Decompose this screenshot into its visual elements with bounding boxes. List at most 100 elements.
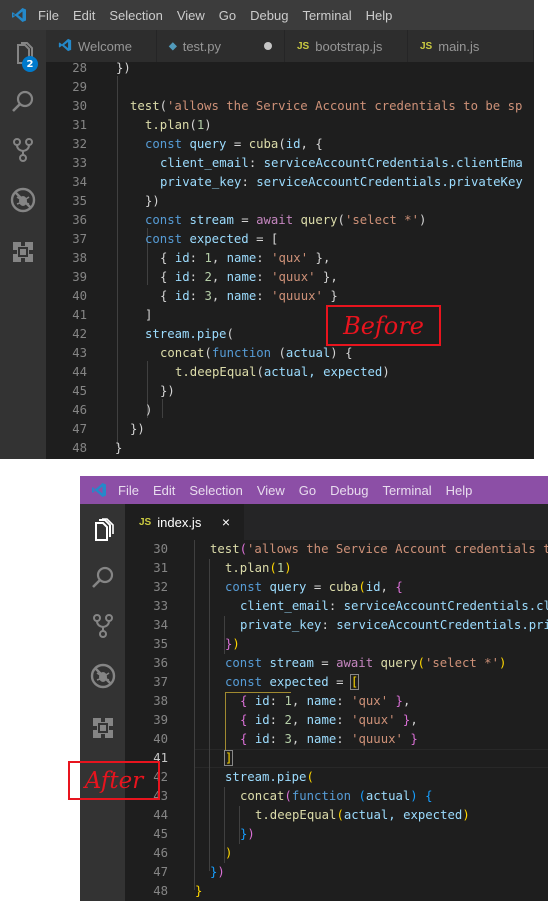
code-line: { id: 3, name: 'quuux' } [240, 732, 418, 746]
line-number: 46 [72, 403, 87, 417]
menu-file[interactable]: File [118, 483, 139, 498]
after-screenshot: File Edit Selection View Go Debug Termin… [80, 476, 548, 901]
after-annotation: After [68, 761, 160, 800]
code-line: const query = cuba(id, { [225, 580, 403, 594]
code-line: t.deepEqual(actual, expected) [175, 365, 390, 379]
tab-bar: Welcome ◆ test.py JS bootstrap.js JS mai… [46, 30, 534, 62]
close-tab-icon[interactable]: × [222, 514, 230, 530]
code-line: ] [223, 749, 234, 768]
code-line: }) [116, 61, 131, 75]
code-line: private_key: serviceAccountCredentials.p… [160, 175, 523, 189]
tab-welcome[interactable]: Welcome [46, 30, 157, 62]
menu-debug[interactable]: Debug [250, 8, 288, 23]
code-editor[interactable]: 28}) 29 30 test('allows the Service Accou… [46, 61, 534, 459]
code-line: const stream = await query('select *') [225, 656, 507, 670]
menu-debug[interactable]: Debug [330, 483, 368, 498]
code-line: ] [145, 308, 153, 322]
activity-bar: 2 [0, 30, 46, 459]
code-line: concat(function (actual) { [160, 346, 353, 360]
menu-help[interactable]: Help [366, 8, 393, 23]
code-line: { id: 2, name: 'quux' }, [160, 270, 338, 284]
line-number: 36 [72, 213, 87, 227]
tab-label: test.py [182, 38, 221, 54]
line-number: 30 [153, 542, 168, 556]
code-line: } [115, 441, 123, 455]
code-line: const query = cuba(id, { [145, 137, 323, 151]
line-number: 48 [72, 441, 87, 455]
menu-go[interactable]: Go [299, 483, 316, 498]
line-number: 48 [153, 884, 168, 898]
line-number: 45 [153, 827, 168, 841]
line-number: 40 [72, 289, 87, 303]
line-number: 33 [72, 156, 87, 170]
code-line: { id: 1, name: 'qux' }, [240, 694, 411, 708]
menu-selection[interactable]: Selection [189, 483, 242, 498]
line-number: 47 [153, 865, 168, 879]
line-number: 38 [72, 251, 87, 265]
line-number: 36 [153, 656, 168, 670]
search-icon[interactable] [0, 82, 46, 122]
code-line: stream.pipe( [145, 327, 234, 341]
unsaved-dot-icon[interactable] [264, 42, 272, 50]
line-number: 44 [72, 365, 87, 379]
line-number: 31 [153, 561, 168, 575]
line-number: 35 [72, 194, 87, 208]
line-number: 30 [72, 99, 87, 113]
menu-go[interactable]: Go [219, 8, 236, 23]
code-line: }) [225, 637, 240, 651]
before-screenshot: File Edit Selection View Go Debug Termin… [0, 0, 534, 459]
line-number: 38 [153, 694, 168, 708]
menu-bar: File Edit Selection View Go Debug Termin… [0, 0, 534, 30]
menu-terminal[interactable]: Terminal [302, 8, 351, 23]
before-annotation: Before [326, 305, 441, 346]
menu-edit[interactable]: Edit [73, 8, 95, 23]
explorer-icon[interactable]: 2 [0, 34, 46, 74]
line-number: 39 [72, 270, 87, 284]
code-line: concat(function (actual) { [240, 789, 433, 803]
menu-selection[interactable]: Selection [109, 8, 162, 23]
vscode-logo-icon [90, 481, 108, 499]
code-line: }) [210, 865, 225, 879]
code-line: const expected = [ [145, 232, 279, 246]
menu-view[interactable]: View [257, 483, 285, 498]
line-number: 37 [153, 675, 168, 689]
source-control-icon[interactable] [80, 606, 125, 646]
code-line: }) [130, 422, 145, 436]
tab-main-js[interactable]: JS main.js [408, 30, 534, 62]
code-line: t.plan(1) [225, 561, 292, 575]
code-line: test('allows the Service Account credent… [130, 99, 523, 113]
menu-view[interactable]: View [177, 8, 205, 23]
explorer-icon[interactable] [80, 510, 125, 550]
code-line: t.plan(1) [145, 118, 212, 132]
code-editor[interactable]: 30 test('allows the Service Account crede… [125, 540, 548, 901]
code-line: const stream = await query('select *') [145, 213, 427, 227]
tab-label: Welcome [78, 38, 132, 54]
code-line: { id: 1, name: 'qux' }, [160, 251, 331, 265]
line-number: 29 [72, 80, 87, 94]
code-line: stream.pipe( [225, 770, 314, 784]
code-line: { id: 2, name: 'quux' }, [240, 713, 418, 727]
debug-icon[interactable] [80, 656, 125, 696]
code-line: { id: 3, name: 'quuux' } [160, 289, 338, 303]
source-control-icon[interactable] [0, 130, 46, 170]
activity-bar [80, 504, 125, 901]
menu-help[interactable]: Help [446, 483, 473, 498]
extensions-icon[interactable] [80, 708, 125, 748]
tab-bar: JS index.js × [125, 504, 548, 540]
js-file-icon: JS [420, 40, 433, 52]
search-icon[interactable] [80, 558, 125, 598]
debug-icon[interactable] [0, 180, 46, 220]
code-line: ) [225, 846, 233, 860]
tab-bootstrap-js[interactable]: JS bootstrap.js [285, 30, 408, 62]
tab-index-js[interactable]: JS index.js × [125, 504, 245, 540]
line-number: 32 [72, 137, 87, 151]
explorer-badge: 2 [22, 56, 38, 72]
tab-label: bootstrap.js [315, 38, 383, 54]
menu-file[interactable]: File [38, 8, 59, 23]
line-number: 42 [72, 327, 87, 341]
extensions-icon[interactable] [0, 232, 46, 272]
menu-terminal[interactable]: Terminal [382, 483, 431, 498]
line-number: 37 [72, 232, 87, 246]
menu-edit[interactable]: Edit [153, 483, 175, 498]
tab-test-py[interactable]: ◆ test.py [157, 30, 285, 62]
